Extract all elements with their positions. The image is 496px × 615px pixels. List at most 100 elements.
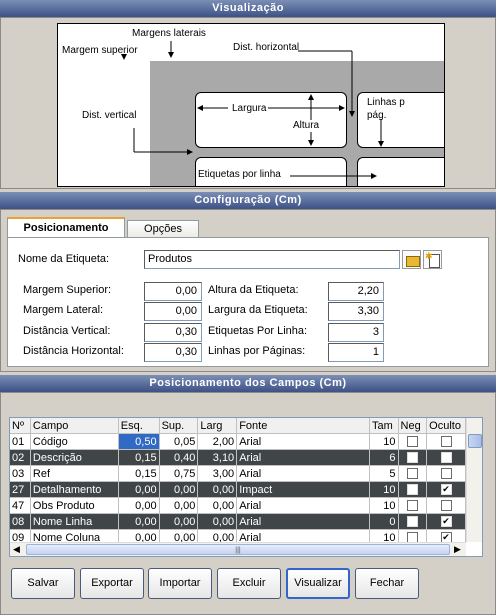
excluir-button[interactable]: Excluir — [217, 568, 281, 599]
col-header-campo[interactable]: Campo — [30, 418, 119, 434]
cell-fonte[interactable]: Arial — [236, 465, 370, 482]
cell-fonte[interactable]: Arial — [236, 497, 370, 514]
diagram-text-margens-laterais: Margens laterais — [132, 28, 206, 39]
cell-tam[interactable]: 5 — [369, 465, 399, 482]
etiquetas-por-linha-input[interactable]: 3 — [328, 323, 384, 342]
cell-n[interactable]: 27 — [10, 481, 31, 498]
cell-oculto: ✔ — [426, 481, 466, 498]
cell-campo[interactable]: Detalhamento — [30, 481, 119, 498]
h-scroll-thumb[interactable]: ||| — [26, 544, 450, 555]
cell-campo[interactable]: Obs Produto — [30, 497, 119, 514]
linhas-por-paginas-input[interactable]: 1 — [328, 343, 384, 362]
nome-etiqueta-input[interactable]: Produtos — [144, 250, 400, 269]
neg-checkbox[interactable] — [406, 500, 418, 512]
col-header-larg[interactable]: Larg — [197, 418, 238, 434]
cell-esq[interactable]: 0,15 — [118, 449, 160, 466]
cell-larg[interactable]: 0,00 — [197, 481, 238, 498]
margem-lateral-input[interactable]: 0,00 — [144, 302, 202, 321]
neg-checkbox[interactable] — [406, 436, 418, 448]
col-header-sup[interactable]: Sup. — [159, 418, 199, 434]
cell-larg[interactable]: 3,10 — [197, 449, 238, 466]
exportar-button[interactable]: Exportar — [80, 568, 144, 599]
neg-checkbox[interactable] — [406, 516, 418, 528]
cell-sup[interactable]: 0,00 — [159, 497, 199, 514]
etiquetas-por-linha-label: Etiquetas Por Linha: — [208, 325, 308, 337]
oculto-checkbox[interactable] — [440, 500, 452, 512]
cell-n[interactable]: 47 — [10, 497, 31, 514]
importar-button[interactable]: Importar — [148, 568, 212, 599]
scroll-thumb[interactable] — [468, 434, 482, 448]
cell-campo[interactable]: Código — [30, 433, 119, 450]
cell-larg[interactable]: 0,00 — [197, 513, 238, 530]
tab-posicionamento[interactable]: Posicionamento — [7, 217, 125, 237]
cell-fonte[interactable]: Arial — [236, 513, 370, 530]
visualizar-button[interactable]: Visualizar — [286, 568, 350, 599]
table-row[interactable]: 27 Detalhamento 0,00 0,00 0,00 Impact 10 ✔ — [10, 481, 466, 498]
table-row[interactable]: 08 Nome Linha 0,00 0,00 0,00 Arial 0 ✔ — [10, 513, 466, 530]
cell-sup[interactable]: 0,00 — [159, 513, 199, 530]
oculto-checkbox[interactable]: ✔ — [440, 516, 452, 528]
table-row[interactable]: 03 Ref 0,15 0,75 3,00 Arial 5 — [10, 465, 466, 482]
cell-campo[interactable]: Descrição — [30, 449, 119, 466]
cell-esq[interactable]: 0,00 — [118, 497, 160, 514]
cell-larg[interactable]: 3,00 — [197, 465, 238, 482]
oculto-checkbox[interactable] — [440, 436, 452, 448]
nome-etiqueta-label: Nome da Etiqueta: — [18, 253, 110, 265]
cell-n[interactable]: 03 — [10, 465, 31, 482]
salvar-button[interactable]: Salvar — [11, 568, 75, 599]
neg-checkbox[interactable] — [406, 452, 418, 464]
oculto-checkbox[interactable] — [440, 468, 452, 480]
cell-tam[interactable]: 10 — [369, 433, 399, 450]
margem-superior-input[interactable]: 0,00 — [144, 282, 202, 301]
cell-n[interactable]: 08 — [10, 513, 31, 530]
cell-sup[interactable]: 0,75 — [159, 465, 199, 482]
cell-fonte[interactable]: Impact — [236, 481, 370, 498]
cell-sup[interactable]: 0,05 — [159, 433, 199, 450]
oculto-checkbox[interactable]: ✔ — [440, 484, 452, 496]
table-row[interactable]: 02 Descrição 0,15 0,40 3,10 Arial 6 — [10, 449, 466, 466]
col-header-tam[interactable]: Tam — [369, 418, 399, 434]
cell-esq[interactable]: 0,00 — [118, 481, 160, 498]
cell-esq[interactable]: 0,15 — [118, 465, 160, 482]
cell-larg[interactable]: 0,00 — [197, 497, 238, 514]
col-header-n[interactable]: Nº — [10, 418, 31, 434]
distancia-vertical-input[interactable]: 0,30 — [144, 323, 202, 342]
distancia-horizontal-input[interactable]: 0,30 — [144, 343, 202, 362]
vertical-scrollbar[interactable] — [466, 418, 482, 542]
cell-esq[interactable]: 0,50 — [118, 433, 160, 450]
diagram-text-dist-vertical: Dist. vertical — [82, 110, 137, 121]
cell-tam[interactable]: 10 — [369, 481, 399, 498]
cell-fonte[interactable]: Arial — [236, 433, 370, 450]
altura-etiqueta-input[interactable]: 2,20 — [328, 282, 384, 301]
cell-n[interactable]: 01 — [10, 433, 31, 450]
fechar-button[interactable]: Fechar — [355, 568, 419, 599]
scroll-left-icon[interactable]: ◀ — [13, 544, 20, 555]
cell-larg[interactable]: 2,00 — [197, 433, 238, 450]
cell-esq[interactable]: 0,00 — [118, 513, 160, 530]
cell-sup[interactable]: 0,40 — [159, 449, 199, 466]
largura-etiqueta-input[interactable]: 3,30 — [328, 302, 384, 321]
oculto-checkbox[interactable] — [440, 452, 452, 464]
tab-opcoes[interactable]: Opções — [127, 220, 199, 237]
col-header-oculto[interactable]: Oculto — [426, 418, 466, 434]
table-row[interactable]: 47 Obs Produto 0,00 0,00 0,00 Arial 10 — [10, 497, 466, 514]
cell-tam[interactable]: 0 — [369, 513, 399, 530]
cell-campo[interactable]: Ref — [30, 465, 119, 482]
cell-fonte[interactable]: Arial — [236, 449, 370, 466]
scroll-right-icon[interactable]: ▶ — [454, 544, 461, 555]
cell-n[interactable]: 02 — [10, 449, 31, 466]
neg-checkbox[interactable] — [406, 484, 418, 496]
open-folder-button[interactable] — [402, 250, 421, 269]
col-header-fonte[interactable]: Fonte — [236, 418, 370, 434]
neg-checkbox[interactable] — [406, 468, 418, 480]
new-file-button[interactable]: ✱ — [423, 250, 442, 269]
col-header-neg[interactable]: Neg — [398, 418, 428, 434]
col-header-esq[interactable]: Esq. — [118, 418, 160, 434]
cell-sup[interactable]: 0,00 — [159, 481, 199, 498]
cell-tam[interactable]: 6 — [369, 449, 399, 466]
horizontal-scrollbar[interactable]: ◀ ||| ▶ — [10, 542, 466, 556]
cell-tam[interactable]: 10 — [369, 497, 399, 514]
table-row[interactable]: 01 Código 0,50 0,05 2,00 Arial 10 — [10, 433, 466, 450]
campos-grid[interactable]: Nº Campo Esq. Sup. Larg Fonte Tam Neg Oc… — [9, 417, 483, 557]
cell-campo[interactable]: Nome Linha — [30, 513, 119, 530]
